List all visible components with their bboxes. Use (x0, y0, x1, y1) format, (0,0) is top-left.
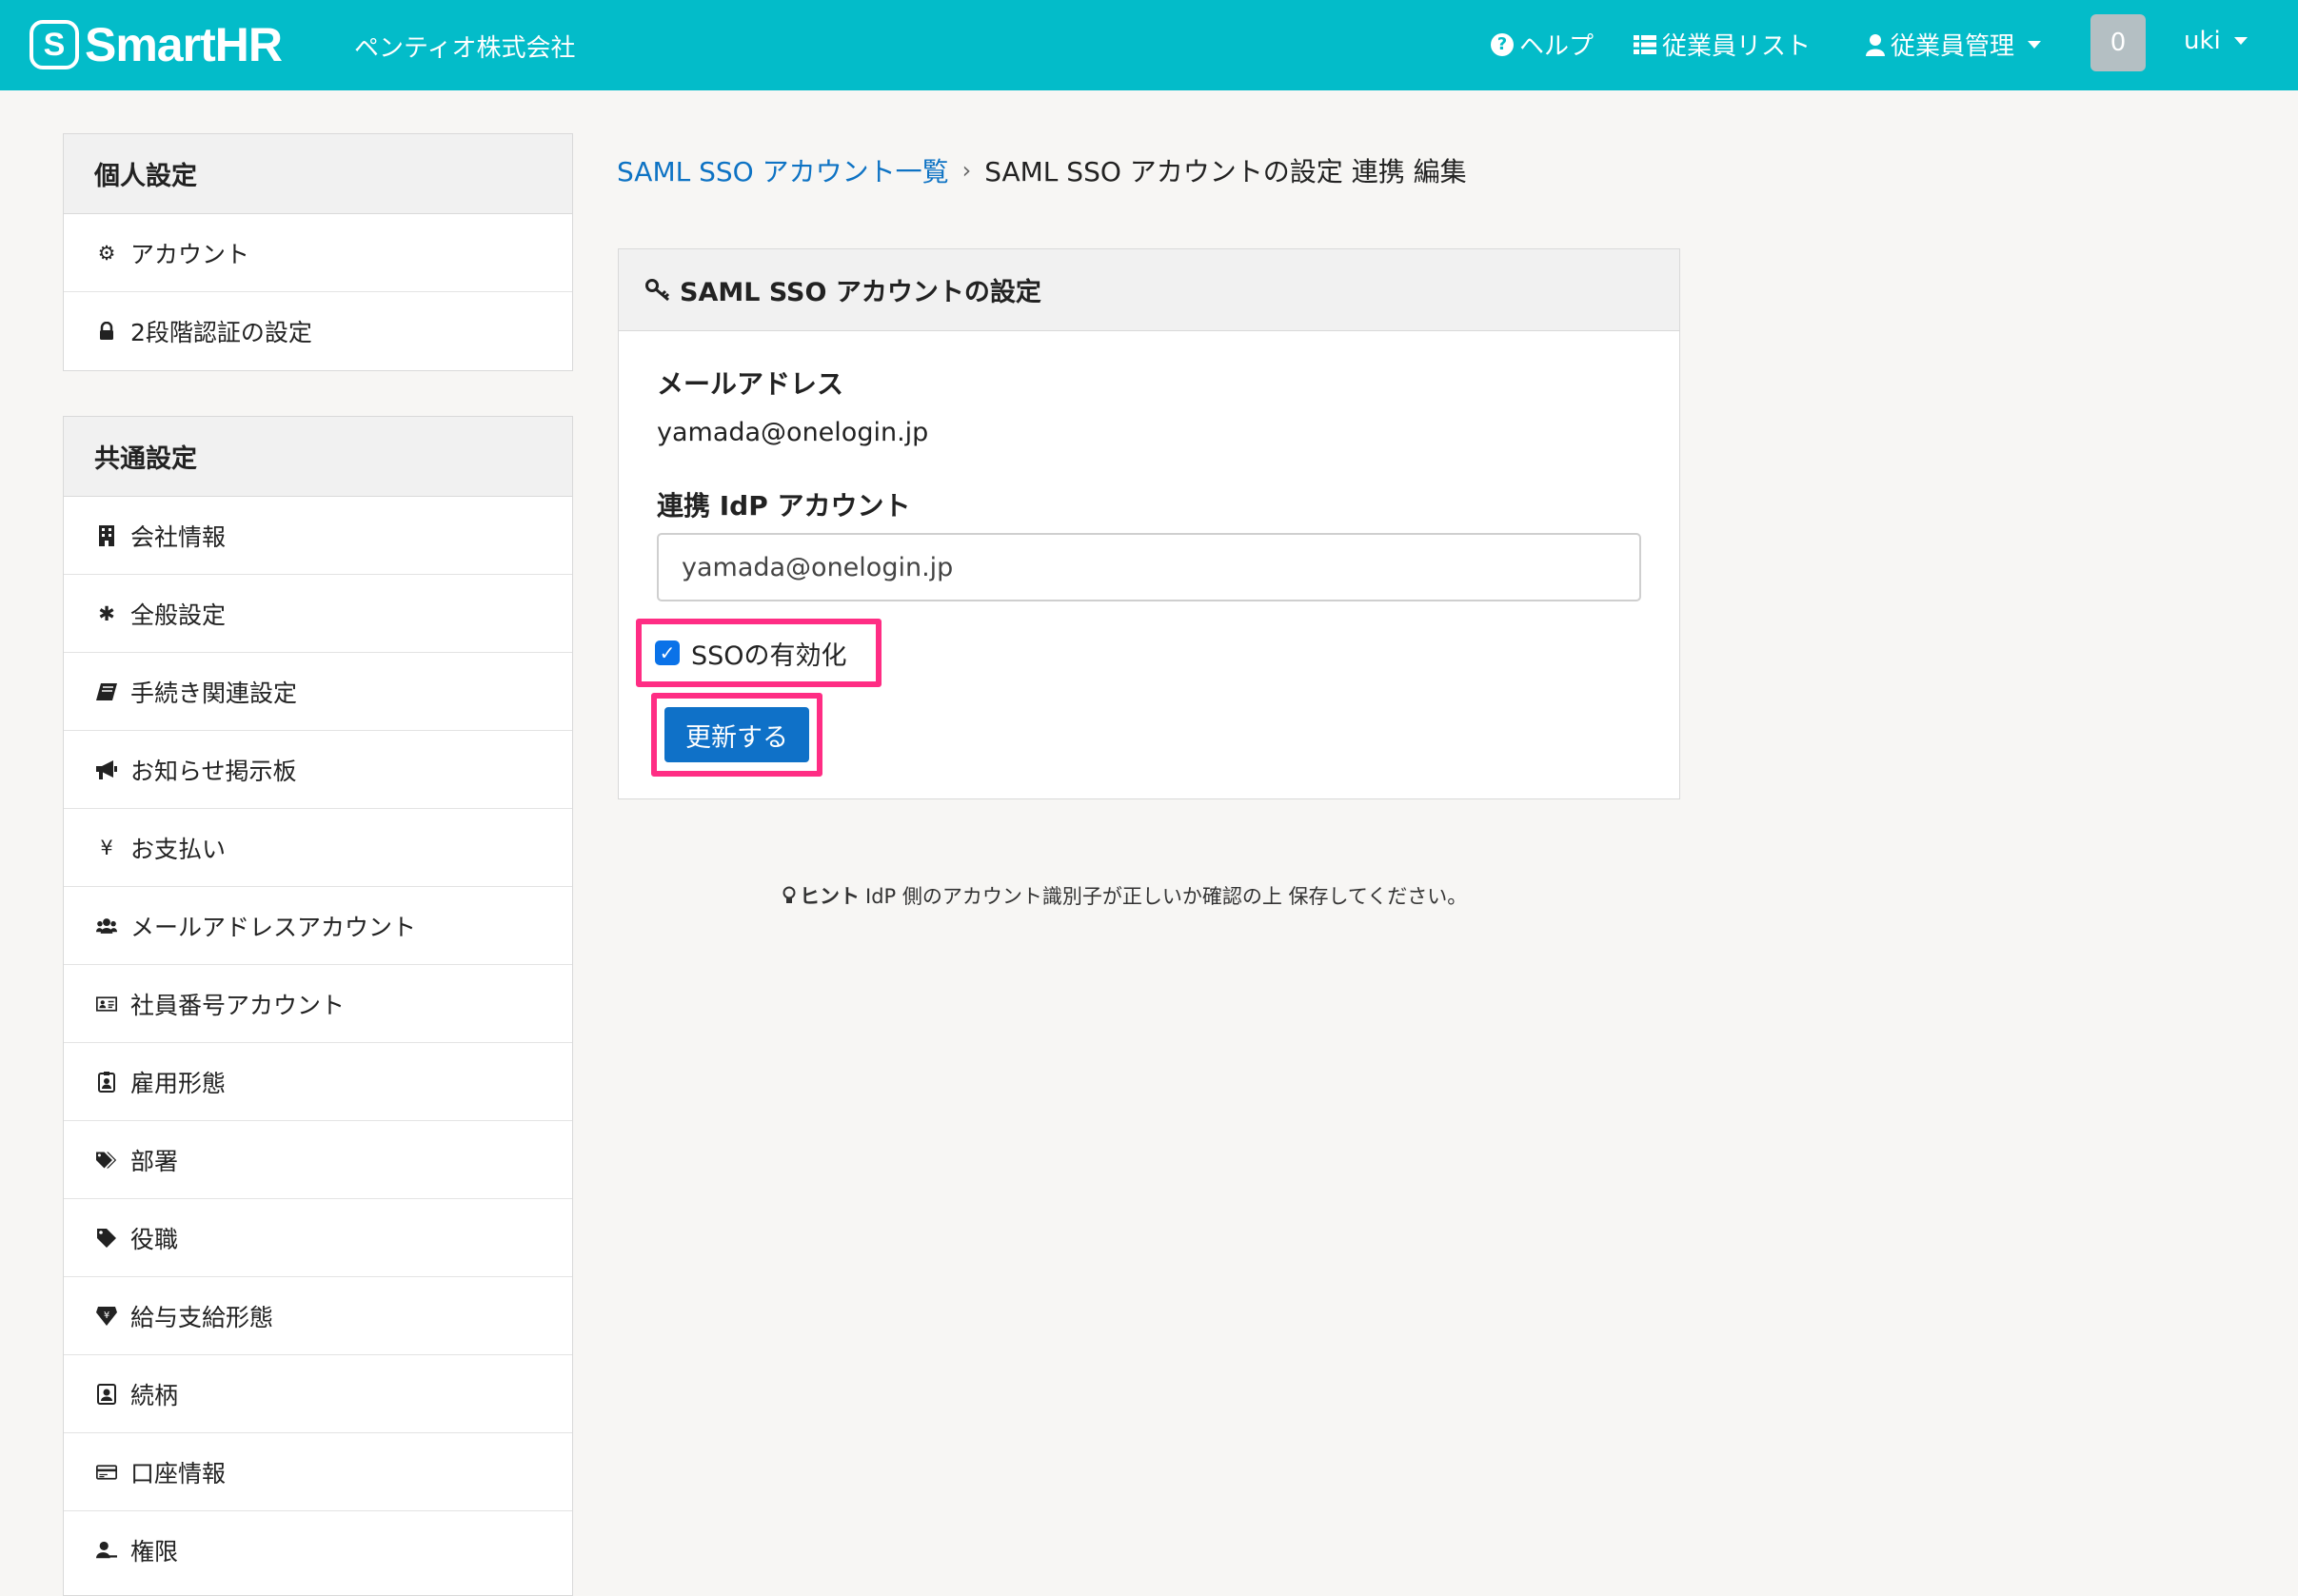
sidebar-item-bank-info[interactable]: 口座情報 (64, 1433, 572, 1511)
user-name: uki (2184, 27, 2221, 55)
smarthr-logo[interactable]: S SmartHR (30, 17, 283, 72)
bank-card-icon (96, 1464, 117, 1481)
sidebar-item-company-info[interactable]: 会社情報 (64, 497, 572, 575)
employee-mgmt-dropdown[interactable]: 従業員管理 (1866, 27, 2042, 62)
sidebar-item-label: 給与支給形態 (130, 1303, 274, 1331)
submit-highlight: 更新する (651, 693, 822, 777)
breadcrumb-current: SAML SSO アカウントの設定 連携 編集 (984, 156, 1467, 187)
sso-enable-checkbox[interactable]: ✓ (655, 640, 680, 665)
building-icon (96, 524, 117, 546)
common-settings-title: 共通設定 (64, 417, 572, 497)
sidebar-item-label: 2段階認証の設定 (130, 319, 312, 346)
contact-icon (96, 1383, 117, 1405)
lock-icon (96, 322, 117, 341)
money-icon: ¥ (96, 1306, 117, 1326)
caret-down-icon (2233, 37, 2248, 45)
sidebar-item-payment[interactable]: ¥ お支払い (64, 809, 572, 887)
sidebar-item-label: 社員番号アカウント (130, 991, 346, 1019)
saml-sso-settings-card: SAML SSO アカウントの設定 メールアドレス yamada@onelogi… (618, 248, 1680, 799)
sidebar-item-account[interactable]: ⚙ アカウント (64, 214, 572, 292)
personal-settings-panel: 個人設定 ⚙ アカウント 2段階認証の設定 (63, 133, 573, 371)
idp-account-input[interactable]: yamada@onelogin.jp (657, 533, 1641, 601)
email-value: yamada@onelogin.jp (657, 418, 929, 447)
key-icon (645, 278, 670, 302)
chevron-right-icon: › (961, 157, 972, 184)
sidebar-item-label: 権限 (130, 1538, 179, 1566)
sso-enable-highlight: ✓ SSOの有効化 (636, 619, 882, 687)
svg-text:¥: ¥ (104, 1310, 109, 1321)
hint-text: ヒント IdP 側のアカウント識別子が正しいか確認の上 保存してください。 (783, 881, 1467, 910)
sidebar-item-pay-type[interactable]: ¥ 給与支給形態 (64, 1277, 572, 1355)
company-name: ペンティオ株式会社 (354, 34, 576, 63)
employee-list-label: 従業員リスト (1662, 32, 1812, 61)
user-icon (1866, 33, 1885, 56)
card-title: SAML SSO アカウントの設定 (680, 278, 1041, 307)
logo-text: SmartHR (85, 18, 283, 71)
sidebar-item-label: 手続き関連設定 (130, 679, 298, 707)
idp-account-input-value: yamada@onelogin.jp (682, 552, 954, 582)
notification-badge[interactable]: 0 (2090, 14, 2146, 71)
users-icon (96, 916, 117, 936)
sidebar-item-bulletin[interactable]: お知らせ掲示板 (64, 731, 572, 809)
megaphone-icon (96, 759, 117, 779)
hint-title: ヒント (800, 885, 860, 908)
breadcrumb-link-sso-list[interactable]: SAML SSO アカウント一覧 (617, 151, 949, 189)
sidebar-item-label: 全般設定 (130, 601, 227, 629)
sidebar-item-label: メールアドレスアカウント (130, 913, 417, 941)
id-card-icon (96, 995, 117, 1013)
common-settings-panel: 共通設定 会社情報 ✱ 全般設定 手続き関連設定 お知らせ掲示板 ¥ お支払い … (63, 416, 573, 1596)
book-icon (96, 682, 117, 700)
tag-icon (96, 1228, 117, 1248)
question-icon: ? (1491, 32, 1514, 56)
help-label: ヘルプ (1519, 32, 1595, 61)
employee-mgmt-label: 従業員管理 (1891, 32, 2015, 61)
sidebar-item-label: 役職 (130, 1225, 179, 1253)
yen-icon: ¥ (100, 836, 113, 859)
asterisk-icon: ✱ (98, 601, 115, 625)
top-navbar: S SmartHR ペンティオ株式会社 ? ヘルプ 従業員リスト 従業員管理 0… (0, 0, 2298, 90)
logo-mark-icon: S (30, 20, 79, 69)
idp-account-label: 連携 IdP アカウント (657, 490, 911, 522)
sidebar-item-positions[interactable]: 役職 (64, 1199, 572, 1277)
sidebar-item-employee-number-accounts[interactable]: 社員番号アカウント (64, 965, 572, 1043)
personal-settings-title: 個人設定 (64, 134, 572, 214)
help-link[interactable]: ? ヘルプ (1491, 27, 1594, 62)
sso-enable-label[interactable]: SSOの有効化 (691, 635, 847, 672)
sidebar-item-label: アカウント (130, 240, 250, 268)
sidebar-item-general[interactable]: ✱ 全般設定 (64, 575, 572, 653)
card-header: SAML SSO アカウントの設定 (619, 249, 1679, 331)
user-menu[interactable]: uki (2184, 27, 2248, 55)
sidebar-item-employment-type[interactable]: 雇用形態 (64, 1043, 572, 1121)
sidebar-item-label: 会社情報 (130, 522, 227, 551)
list-icon (1634, 34, 1656, 54)
badge-icon (96, 1071, 117, 1093)
sidebar-item-label: 雇用形態 (130, 1069, 227, 1097)
tags-icon (96, 1151, 117, 1170)
sidebar-item-permissions[interactable]: 権限 (64, 1511, 572, 1589)
user-key-icon (96, 1540, 117, 1561)
gear-icon: ⚙ (97, 241, 116, 265)
sidebar-item-label: お支払い (130, 835, 227, 863)
hint-body: IdP 側のアカウント識別子が正しいか確認の上 保存してください。 (865, 885, 1468, 908)
sidebar-item-procedures[interactable]: 手続き関連設定 (64, 653, 572, 731)
sidebar-item-departments[interactable]: 部署 (64, 1121, 572, 1199)
sidebar-item-label: 続柄 (130, 1381, 179, 1409)
breadcrumb: SAML SSO アカウント一覧 › SAML SSO アカウントの設定 連携 … (617, 151, 1467, 189)
caret-down-icon (2028, 40, 2042, 49)
email-label: メールアドレス (657, 368, 844, 400)
lightbulb-icon (783, 886, 796, 905)
sidebar-item-label: お知らせ掲示板 (130, 757, 297, 785)
update-button[interactable]: 更新する (664, 707, 809, 762)
sidebar-item-2fa[interactable]: 2段階認証の設定 (64, 292, 572, 370)
sidebar-item-relationship[interactable]: 続柄 (64, 1355, 572, 1433)
sidebar-item-label: 口座情報 (130, 1459, 227, 1488)
sidebar-item-label: 部署 (130, 1147, 179, 1175)
employee-list-link[interactable]: 従業員リスト (1634, 27, 1811, 62)
sidebar-item-email-accounts[interactable]: メールアドレスアカウント (64, 887, 572, 965)
